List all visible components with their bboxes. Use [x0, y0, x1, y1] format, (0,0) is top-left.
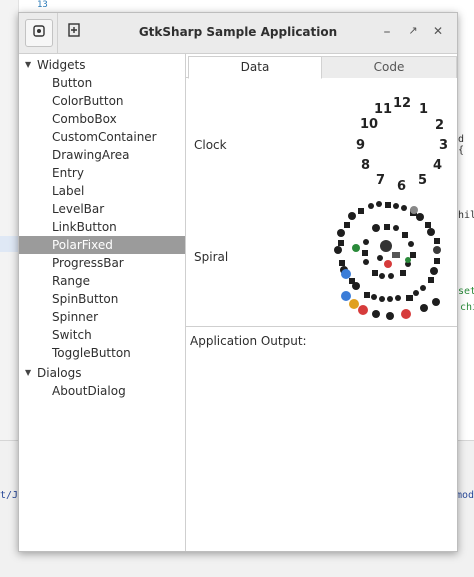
clock-number: 12: [393, 96, 412, 111]
editor-code-fragment: d {: [458, 134, 465, 156]
tree-item-label: ToggleButton: [52, 346, 131, 360]
clock-number: 6: [397, 179, 407, 194]
tree-item-linkbutton[interactable]: LinkButton: [19, 218, 185, 236]
tree-item-levelbar[interactable]: LevelBar: [19, 200, 185, 218]
clock-number: 2: [435, 118, 445, 133]
expander-down-icon[interactable]: ▼: [25, 56, 31, 74]
tree-item-label: ProgressBar: [52, 256, 124, 270]
editor-code-fragment: mod: [456, 490, 474, 501]
tree-group-label: Dialogs: [37, 366, 82, 380]
tree-item-aboutdialog[interactable]: AboutDialog: [19, 382, 185, 400]
clock-number: 4: [433, 158, 443, 173]
clock-number: 7: [376, 173, 386, 188]
tree-item-label: Spinner: [52, 310, 99, 324]
restore-button[interactable]: ↗: [405, 24, 421, 37]
tree-item-progressbar[interactable]: ProgressBar: [19, 254, 185, 272]
clock-label: Clock: [194, 138, 227, 152]
tab-strip: Data Code: [186, 54, 457, 79]
tree-item-label: AboutDialog: [52, 384, 126, 398]
tree-item-drawingarea[interactable]: DrawingArea: [19, 146, 185, 164]
clock-number: 3: [439, 138, 449, 153]
output-panel: Application Output:: [186, 326, 457, 552]
tree-group-dialogs[interactable]: ▼ Dialogs: [19, 364, 185, 382]
widget-tree: ▼ Widgets Button ColorButton ComboBox Cu…: [19, 54, 186, 551]
tree-item-label: CustomContainer: [52, 130, 157, 144]
tree-item-spinbutton[interactable]: SpinButton: [19, 290, 185, 308]
tree-item-label: Entry: [52, 166, 84, 180]
tab-data[interactable]: Data: [188, 56, 322, 79]
tree-item-label[interactable]: Label: [19, 182, 185, 200]
editor-code-fragment: chi: [460, 302, 474, 313]
content-pane: Data Code Clock Spiral 12 1 2 3 4 5 6 7 …: [186, 54, 457, 551]
clock-number: 11: [374, 102, 393, 117]
app-window: GtkSharp Sample Application – ↗ ✕ ▼ Widg…: [18, 12, 458, 552]
clock-number: 5: [418, 173, 428, 188]
editor-code-fragment: set: [458, 286, 474, 297]
tree-item-label: Button: [52, 76, 93, 90]
tree-item-customcontainer[interactable]: CustomContainer: [19, 128, 185, 146]
clock-number: 10: [360, 117, 379, 132]
tree-item-label: LinkButton: [52, 220, 117, 234]
tree-item-button[interactable]: Button: [19, 74, 185, 92]
editor-code-fragment: hile: [458, 210, 474, 221]
clock-number: 1: [419, 102, 429, 117]
tree-item-label: ComboBox: [52, 112, 117, 126]
close-button[interactable]: ✕: [430, 24, 446, 38]
tree-item-combobox[interactable]: ComboBox: [19, 110, 185, 128]
tree-item-colorbutton[interactable]: ColorButton: [19, 92, 185, 110]
tree-item-togglebutton[interactable]: ToggleButton: [19, 344, 185, 362]
tree-item-label: LevelBar: [52, 202, 105, 216]
spiral-icons-widget: [334, 201, 441, 320]
tree-item-entry[interactable]: Entry: [19, 164, 185, 182]
data-panel: Clock Spiral 12 1 2 3 4 5 6 7 8 9 10 11: [186, 78, 457, 326]
tree-group-widgets[interactable]: ▼ Widgets: [19, 56, 185, 74]
minimize-button[interactable]: –: [379, 24, 395, 40]
tree-item-label: ColorButton: [52, 94, 124, 108]
editor-gutter: [0, 0, 19, 440]
tree-item-label: Switch: [52, 328, 92, 342]
tab-code[interactable]: Code: [321, 56, 457, 78]
editor-code-fragment: t/J: [0, 490, 19, 501]
tree-group-label: Widgets: [37, 58, 86, 72]
tree-item-label: PolarFixed: [52, 238, 113, 252]
tree-item-label: DrawingArea: [52, 148, 130, 162]
clock-number: 8: [361, 158, 371, 173]
spiral-label: Spiral: [194, 250, 229, 264]
tree-item-label: Label: [52, 184, 85, 198]
tree-item-spinner[interactable]: Spinner: [19, 308, 185, 326]
tree-item-switch[interactable]: Switch: [19, 326, 185, 344]
output-label: Application Output:: [190, 334, 307, 348]
titlebar: GtkSharp Sample Application – ↗ ✕: [19, 13, 457, 54]
editor-line-number: 13: [37, 0, 48, 10]
tree-item-polarfixed[interactable]: PolarFixed: [19, 236, 185, 254]
clock-number: 9: [356, 138, 366, 153]
editor-line-highlight: [0, 236, 18, 252]
expander-down-icon[interactable]: ▼: [25, 364, 31, 382]
tree-item-label: SpinButton: [52, 292, 119, 306]
tree-item-label: Range: [52, 274, 91, 288]
tree-item-range[interactable]: Range: [19, 272, 185, 290]
